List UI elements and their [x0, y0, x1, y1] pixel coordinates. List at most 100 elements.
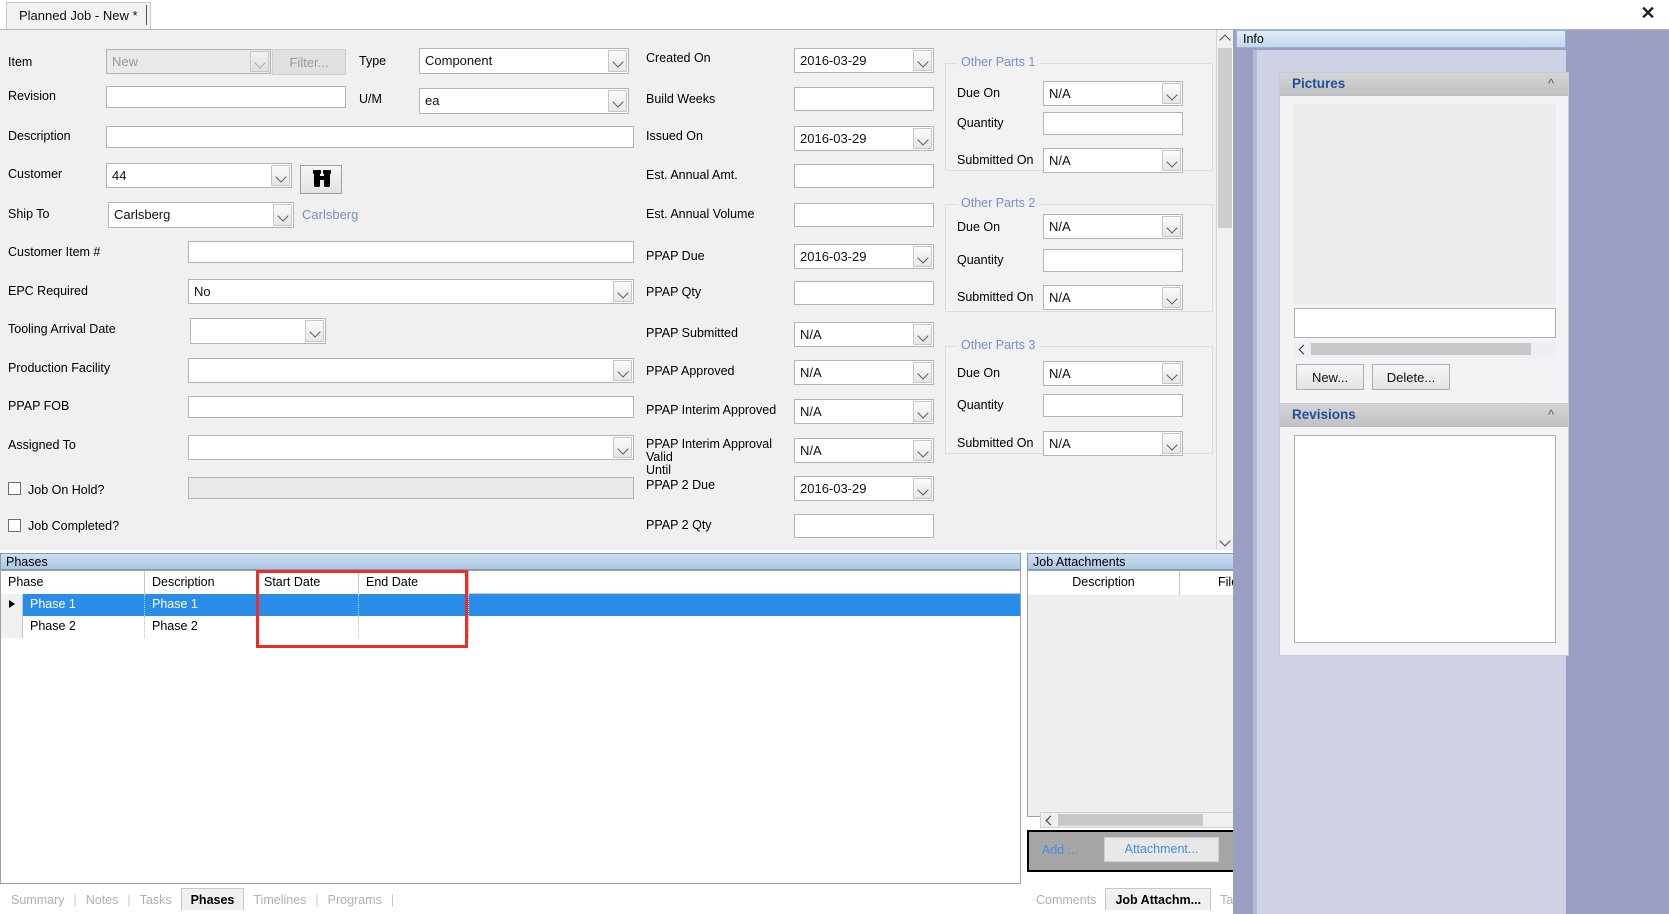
tab-timelines[interactable]: Timelines	[244, 889, 315, 911]
cell-phase: Phase 2	[23, 616, 145, 638]
pictures-horizontal-scrollbar[interactable]	[1294, 342, 1556, 358]
ppap-due-combo[interactable]: 2016-03-29	[794, 244, 934, 269]
ppap-interim-approval-valid-until-combo[interactable]: N/A	[794, 438, 934, 463]
scroll-left-icon[interactable]	[1041, 813, 1057, 827]
phases-col-description[interactable]: Description	[145, 571, 257, 594]
issued-on-combo[interactable]: 2016-03-29	[794, 126, 934, 151]
pictures-card-header: Pictures ^	[1280, 73, 1568, 96]
op3-submitted-on-combo[interactable]: N/A	[1043, 431, 1183, 456]
pictures-card-body: New... Delete...	[1280, 96, 1568, 416]
ppap-fob-input[interactable]	[188, 396, 634, 418]
scroll-up-icon[interactable]	[1217, 30, 1233, 46]
add-attachment-button[interactable]: Add ...	[1042, 843, 1078, 857]
info-dock-title-label: Info	[1243, 32, 1264, 46]
production-facility-combo[interactable]	[188, 358, 634, 383]
phases-col-phase[interactable]: Phase	[1, 571, 145, 594]
ppap-2-due-combo[interactable]: 2016-03-29	[794, 476, 934, 501]
chevron-down-icon	[1162, 216, 1181, 237]
customer-combo[interactable]: 44	[106, 163, 292, 188]
tooling-arrival-date-combo[interactable]	[190, 318, 326, 344]
phases-col-start-date[interactable]: Start Date	[257, 571, 359, 594]
label-op3-submitted-on: Submitted On	[957, 436, 1034, 450]
picture-caption-input[interactable]	[1294, 308, 1556, 338]
created-on-combo[interactable]: 2016-03-29	[794, 48, 934, 73]
label-production-facility: Production Facility	[8, 361, 111, 375]
description-input[interactable]	[106, 126, 634, 148]
picture-new-button[interactable]: New...	[1296, 364, 1364, 390]
attachment-button[interactable]: Attachment...	[1104, 837, 1219, 862]
ppap-submitted-combo[interactable]: N/A	[794, 322, 934, 347]
ship-to-combo-value: Carlsberg	[114, 207, 171, 222]
job-completed-checkbox[interactable]	[8, 519, 21, 532]
tab-comments[interactable]: Comments	[1027, 889, 1105, 911]
type-combo[interactable]: Component	[419, 48, 629, 74]
document-tab-planned-job[interactable]: Planned Job - New *	[6, 2, 151, 29]
filter-button[interactable]: Filter...	[272, 49, 346, 75]
tab-tasks[interactable]: Tasks	[131, 889, 181, 911]
picture-delete-button[interactable]: Delete...	[1372, 364, 1450, 390]
chevron-up-double-icon[interactable]: ^	[1544, 77, 1558, 91]
issued-on-value: 2016-03-29	[800, 131, 867, 146]
ppap-2-qty-input[interactable]	[794, 514, 934, 538]
table-row[interactable]: Phase 1 Phase 1	[1, 594, 1020, 616]
form-vertical-scrollbar[interactable]	[1216, 30, 1233, 550]
item-combo[interactable]: New	[106, 49, 271, 74]
label-est-annual-amt: Est. Annual Amt.	[646, 168, 738, 182]
label-op1-submitted-on: Submitted On	[957, 153, 1034, 167]
chevron-up-double-icon[interactable]: ^	[1544, 408, 1558, 422]
op1-due-on-combo[interactable]: N/A	[1043, 81, 1183, 106]
label-created-on: Created On	[646, 51, 711, 65]
op3-due-on-combo[interactable]: N/A	[1043, 361, 1183, 386]
tab-summary[interactable]: Summary	[2, 889, 73, 911]
assigned-to-combo[interactable]	[188, 435, 634, 460]
chevron-down-icon	[1162, 83, 1181, 104]
ship-to-combo[interactable]: Carlsberg	[108, 202, 294, 228]
label-type: Type	[359, 54, 387, 68]
build-weeks-input[interactable]	[794, 87, 934, 111]
job-on-hold-checkbox[interactable]	[8, 482, 21, 495]
um-combo[interactable]: ea	[419, 88, 629, 114]
op1-quantity-input[interactable]	[1043, 112, 1183, 135]
revisions-list[interactable]	[1294, 435, 1556, 643]
binoculars-icon	[313, 170, 331, 187]
op1-due-on-value: N/A	[1049, 86, 1071, 101]
ppap-approved-combo[interactable]: N/A	[794, 360, 934, 385]
tab-phases[interactable]: Phases	[180, 888, 245, 910]
customer-search-button[interactable]	[300, 165, 342, 194]
scroll-left-icon[interactable]	[1294, 342, 1310, 356]
label-revision: Revision	[8, 89, 56, 103]
op3-quantity-input[interactable]	[1043, 394, 1183, 417]
op2-submitted-on-combo[interactable]: N/A	[1043, 285, 1183, 310]
customer-item-number-input[interactable]	[188, 241, 634, 263]
scroll-down-icon[interactable]	[1217, 534, 1233, 550]
label-item: Item	[8, 55, 33, 69]
revision-input[interactable]	[106, 86, 346, 108]
ppap-qty-input[interactable]	[794, 281, 934, 305]
est-annual-volume-input[interactable]	[794, 203, 934, 227]
label-assigned-to: Assigned To	[8, 438, 76, 452]
close-icon[interactable]: ✕	[1637, 3, 1659, 25]
epc-required-combo[interactable]: No	[188, 279, 634, 304]
attachments-col-description[interactable]: Description	[1028, 571, 1180, 595]
label-build-weeks: Build Weeks	[646, 92, 716, 106]
phases-grid[interactable]: Phase Description Start Date End Date Ph…	[0, 570, 1021, 884]
op3-submitted-on-value: N/A	[1049, 436, 1071, 451]
est-annual-amt-input[interactable]	[794, 164, 934, 188]
op2-quantity-input[interactable]	[1043, 249, 1183, 272]
tab-job-attachments[interactable]: Job Attachm...	[1105, 888, 1212, 910]
phases-col-end-date[interactable]: End Date	[359, 571, 469, 594]
scrollbar-thumb[interactable]	[1311, 343, 1531, 355]
op2-due-on-combo[interactable]: N/A	[1043, 214, 1183, 239]
scrollbar-thumb[interactable]	[1058, 814, 1203, 826]
cell-end-date	[359, 616, 469, 638]
info-dock-title: Info	[1236, 30, 1566, 48]
op1-submitted-on-combo[interactable]: N/A	[1043, 148, 1183, 173]
tab-programs[interactable]: Programs	[319, 889, 391, 911]
scrollbar-thumb[interactable]	[1218, 48, 1232, 228]
picture-new-label: New...	[1311, 370, 1349, 385]
label-ppap-fob: PPAP FOB	[8, 399, 70, 413]
ppap-interim-approved-combo[interactable]: N/A	[794, 399, 934, 424]
picture-preview-area	[1294, 104, 1556, 304]
tab-notes[interactable]: Notes	[77, 889, 128, 911]
table-row[interactable]: Phase 2 Phase 2	[1, 616, 1020, 638]
